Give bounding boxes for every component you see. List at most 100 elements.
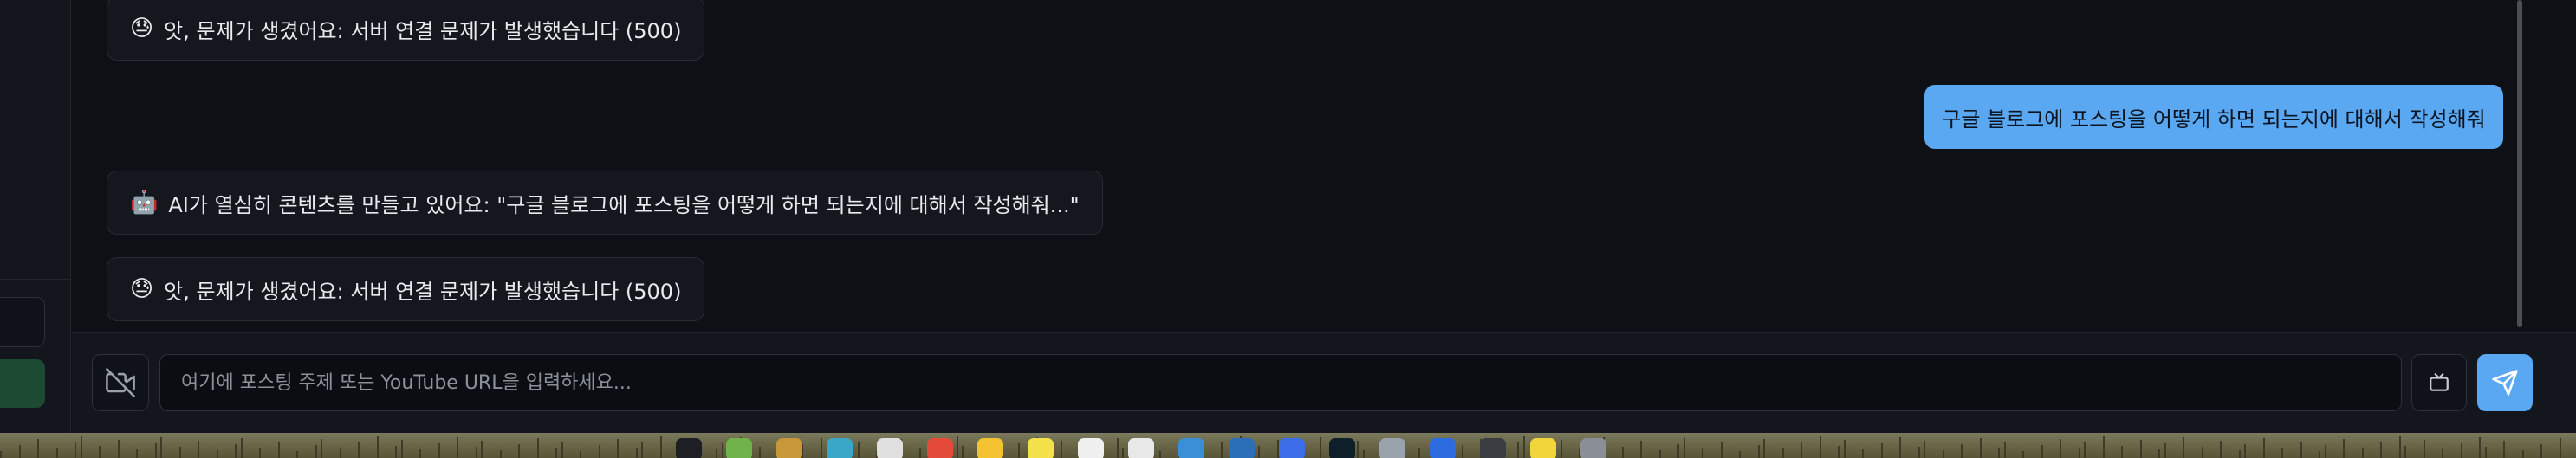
- dock-app-icon[interactable]: [1229, 438, 1255, 458]
- wallpaper-grass: [2078, 448, 2080, 458]
- wallpaper-grass: [1757, 445, 1760, 458]
- wallpaper-grass: [376, 436, 379, 458]
- dock-app-icon[interactable]: [1480, 438, 1506, 458]
- wallpaper-grass: [2183, 437, 2184, 458]
- wallpaper-grass: [555, 448, 557, 458]
- message-text: 앗, 문제가 생겼어요: 서버 연결 문제가 발생했습니다 (500): [164, 279, 682, 304]
- wallpaper-grass: [2238, 450, 2241, 458]
- wallpaper-grass: [2220, 441, 2222, 458]
- wallpaper-grass: [2164, 443, 2166, 458]
- send-icon: [2492, 370, 2518, 396]
- wallpaper-grass: [277, 442, 280, 458]
- wallpaper-grass: [339, 448, 341, 458]
- wallpaper-grass: [259, 448, 261, 458]
- wallpaper-grass: [1979, 438, 1982, 458]
- wallpaper-grass: [1621, 447, 1624, 458]
- wallpaper-grass: [1658, 450, 1661, 458]
- wallpaper-grass: [536, 438, 539, 458]
- wallpaper-grass: [2503, 441, 2505, 458]
- dock-app-icon[interactable]: [1329, 438, 1355, 458]
- dock-app-icon[interactable]: [1128, 438, 1154, 458]
- wallpaper-grass: [438, 443, 440, 458]
- wallpaper-grass: [481, 441, 483, 458]
- sidebar: [0, 0, 71, 433]
- wallpaper-grass: [2003, 442, 2006, 458]
- wallpaper-grass: [2484, 447, 2487, 458]
- wallpaper-grass: [2404, 446, 2406, 458]
- dock-app-icon[interactable]: [927, 438, 953, 458]
- wallpaper-grass: [1838, 446, 1840, 458]
- wallpaper-grass: [75, 442, 76, 458]
- robot-icon: 🤖: [130, 190, 159, 216]
- wallpaper-grass: [1899, 437, 1901, 458]
- video-toggle-button[interactable]: [92, 354, 149, 411]
- message-text: 구글 블로그에 포스팅을 어떻게 하면 되는지에 대해서 작성해줘: [1942, 106, 2486, 132]
- wallpaper-grass: [154, 443, 157, 458]
- dock-app-icon[interactable]: [1580, 438, 1606, 458]
- wallpaper-grass: [2041, 445, 2043, 458]
- wallpaper-grass: [1677, 444, 1679, 458]
- sad-face-icon: 😓: [130, 276, 154, 302]
- dock-app-icon[interactable]: [1178, 438, 1204, 458]
- wallpaper-grass: [358, 442, 360, 458]
- wallpaper-grass: [395, 446, 397, 458]
- dock-app-icon[interactable]: [877, 438, 903, 458]
- wallpaper-grass: [2281, 448, 2283, 458]
- wallpaper-grass: [1924, 441, 1925, 458]
- wallpaper-grass: [178, 447, 181, 458]
- wallpaper-grass: [1998, 448, 2000, 458]
- wallpaper-grass: [475, 447, 477, 458]
- wallpaper-grass: [2398, 436, 2401, 458]
- dock-app-icon[interactable]: [1379, 438, 1405, 458]
- prompt-input[interactable]: [159, 354, 2402, 411]
- dock-app-icon[interactable]: [1279, 438, 1305, 458]
- sad-face-icon: 😓: [130, 16, 154, 42]
- send-button[interactable]: [2477, 354, 2533, 411]
- wallpaper-grass: [641, 442, 643, 458]
- bot-message: 😓 앗, 문제가 생겼어요: 서버 연결 문제가 발생했습니다 (500): [107, 0, 705, 61]
- dock-app-icon[interactable]: [827, 438, 853, 458]
- wallpaper-grass: [235, 444, 237, 458]
- wallpaper-grass: [296, 451, 298, 458]
- dock-app-icon[interactable]: [1430, 438, 1456, 458]
- wallpaper-grass: [160, 437, 162, 458]
- wallpaper-grass: [2540, 444, 2542, 458]
- wallpaper-grass: [2343, 439, 2345, 458]
- dock-app-icon[interactable]: [726, 438, 752, 458]
- sidebar-input[interactable]: [0, 297, 45, 347]
- sidebar-divider: [0, 279, 71, 280]
- wallpaper-grass: [2521, 450, 2524, 458]
- dock-app-icon[interactable]: [676, 438, 702, 458]
- user-message: 구글 블로그에 포스팅을 어떻게 하면 되는지에 대해서 작성해줘: [1924, 85, 2503, 149]
- wallpaper-grass: [2084, 442, 2086, 458]
- wallpaper-grass: [617, 439, 619, 458]
- wallpaper-grass: [1702, 448, 1703, 458]
- dock-app-icon[interactable]: [776, 438, 802, 458]
- wallpaper-grass: [1683, 438, 1685, 458]
- wallpaper-grass: [198, 441, 199, 458]
- scrollbar-thumb[interactable]: [2517, 0, 2522, 327]
- sidebar-action-button[interactable]: [0, 359, 45, 408]
- dock-app-icon[interactable]: [1530, 438, 1556, 458]
- wallpaper-grass: [1843, 440, 1846, 458]
- wallpaper-grass: [635, 448, 638, 458]
- dock-app-icon[interactable]: [1078, 438, 1104, 458]
- wallpaper-grass: [518, 444, 520, 458]
- dock-app-icon[interactable]: [1028, 438, 1054, 458]
- wallpaper-grass: [0, 451, 2, 458]
- tv-tool-button[interactable]: [2411, 354, 2467, 411]
- desktop-dock-strip: [0, 433, 2576, 458]
- wallpaper-grass: [2460, 443, 2462, 458]
- wallpaper-grass: [136, 449, 138, 458]
- message-text: 앗, 문제가 생겼어요: 서버 연결 문제가 발생했습니다 (500): [164, 18, 682, 43]
- wallpaper-grass: [561, 442, 563, 458]
- wallpaper-grass: [499, 450, 502, 458]
- wallpaper-grass: [315, 445, 317, 458]
- wallpaper-grass: [1942, 450, 1944, 458]
- wallpaper-grass: [1961, 444, 1963, 458]
- bot-message: 😓 앗, 문제가 생겼어요: 서버 연결 문제가 발생했습니다 (500): [107, 257, 705, 321]
- dock-app-icon[interactable]: [977, 438, 1003, 458]
- wallpaper-grass: [117, 440, 120, 458]
- wallpaper-grass: [2022, 451, 2024, 458]
- wallpaper-grass: [1763, 439, 1765, 458]
